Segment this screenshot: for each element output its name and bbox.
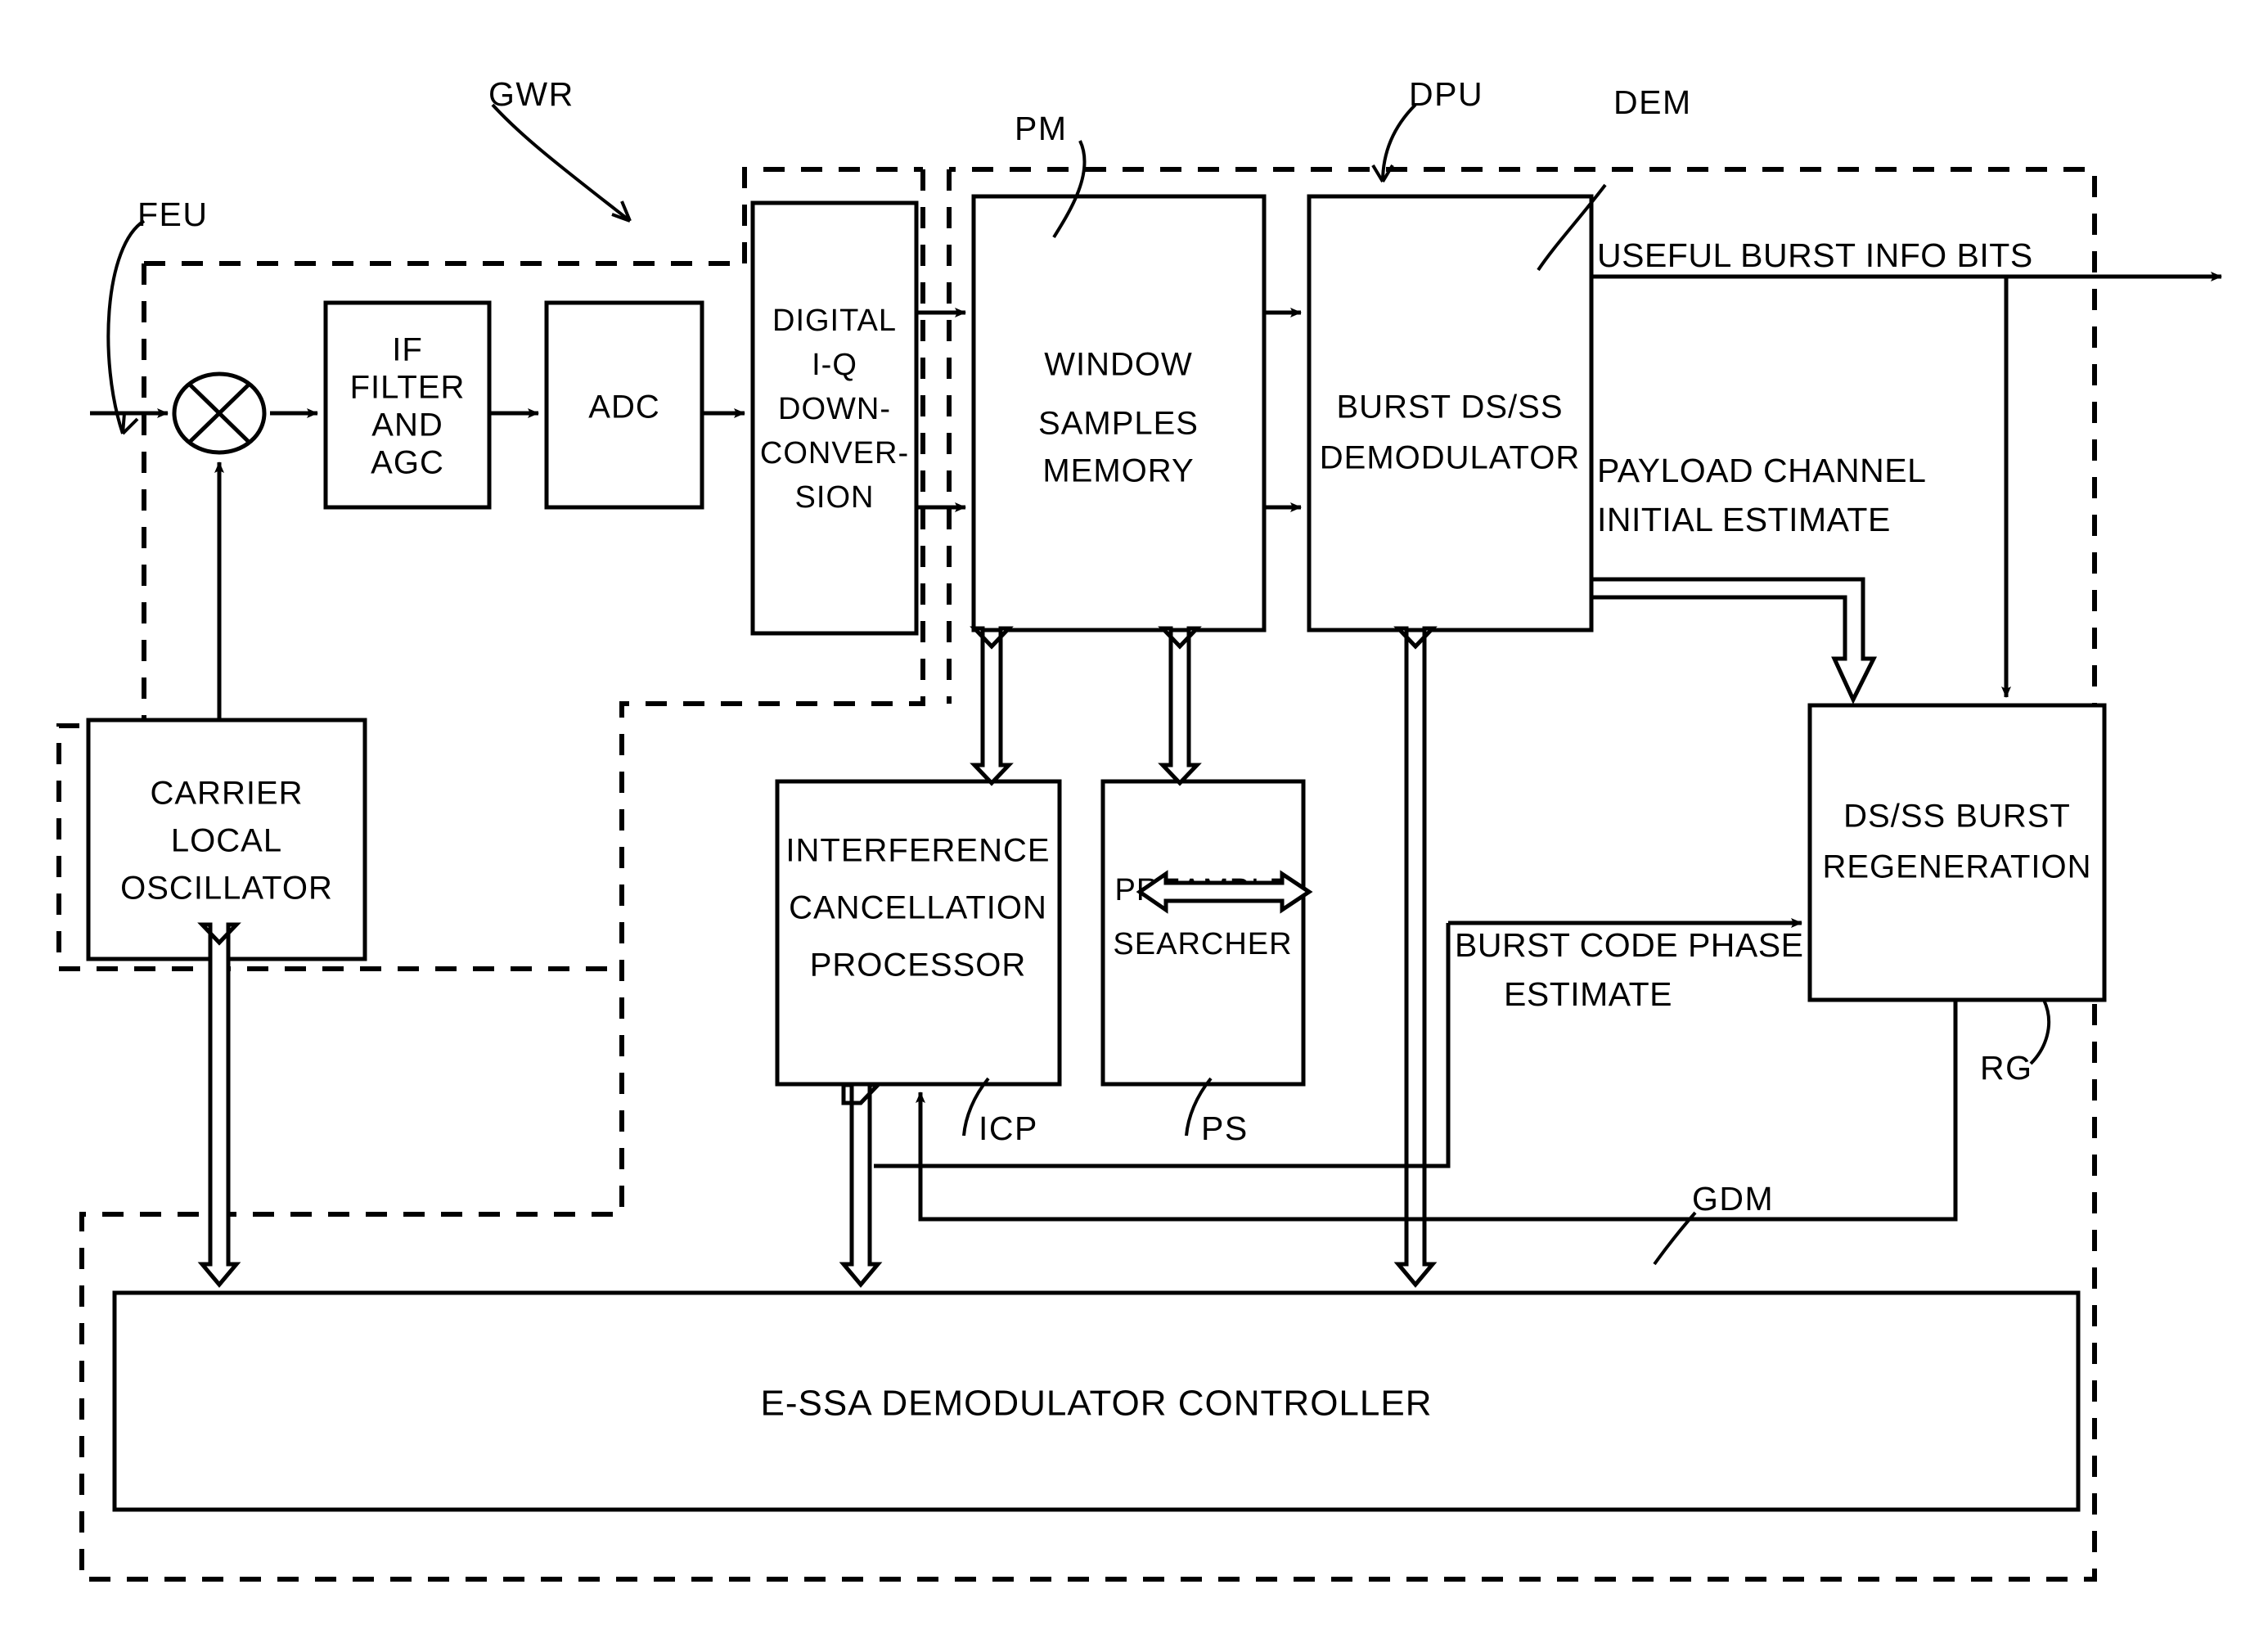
clo-controller-bus [197,922,241,1288]
icp-label-2: CANCELLATION [789,890,1047,926]
icp-ref-label: ICP [979,1110,1038,1147]
digital-iq-label-4: CONVER- [760,436,909,470]
payload-estimate-bus [1589,577,1878,704]
if-filter-agc-label-2: FILTER [350,370,466,406]
clo-label-3: OSCILLATOR [120,871,333,907]
burst-demod-label-1: BURST DS/SS [1337,389,1564,425]
controller-label: E-SSA DEMODULATOR CONTROLLER [761,1384,1433,1424]
code-phase-label-2: ESTIMATE [1504,975,1672,1013]
icp-label-3: PROCESSOR [810,948,1027,984]
regen-label-1: DS/SS BURST [1843,799,2071,835]
rg-leader [2029,999,2051,1065]
useful-bits-label: USEFUL BURST INFO BITS [1597,236,2033,274]
interference-cancellation-block [775,779,1062,1087]
feu-leader [106,219,146,434]
if-filter-agc-label-4: AGC [371,445,444,481]
feu-label: FEU [137,196,209,233]
digital-iq-label-5: SION [795,480,875,515]
clo-label-1: CARRIER [150,776,303,812]
adc-label: ADC [588,389,659,425]
block-diagram-svg: IF FILTER AND AGC ADC DIGITAL I-Q DOWN- … [56,75,2222,1582]
window-memory-label-1: WINDOW [1044,347,1193,383]
ps-ref-label: PS [1201,1110,1249,1147]
window-memory-label-2: SAMPLES [1038,406,1199,442]
payload-estimate-label-1: PAYLOAD CHANNEL [1597,452,1926,489]
if-filter-agc-label-3: AND [371,407,443,443]
window-memory-icp-bus [970,626,1014,786]
dpu-label: DPU [1409,75,1483,113]
icp-label-1: INTERFERENCE [785,833,1050,869]
window-memory-label-3: MEMORY [1042,453,1194,489]
regen-feedback-wire [916,1000,1958,1222]
clo-label-2: LOCAL [171,823,282,859]
pm-label: PM [1015,110,1068,147]
burst-demod-label-2: DEMODULATOR [1320,440,1580,476]
diagram-canvas: IF FILTER AND AGC ADC DIGITAL I-Q DOWN- … [0,0,2268,1652]
dem-label: DEM [1613,83,1692,121]
window-memory-ps-bus [1158,626,1202,786]
icp-controller-bus [839,1083,883,1288]
ps-label-2: SEARCHER [1113,927,1292,961]
payload-estimate-label-2: INITIAL ESTIMATE [1597,501,1891,538]
demod-controller-bus [1393,626,1438,1288]
digital-iq-label-1: DIGITAL [772,304,897,338]
code-phase-label-1: BURST CODE PHASE [1455,926,1803,964]
gwr-label: GWR [488,75,574,113]
gdm-label: GDM [1692,1180,1774,1218]
digital-iq-label-3: DOWN- [778,392,891,426]
digital-iq-label-2: I-Q [812,348,857,382]
gwr-leader [491,103,632,223]
rg-label: RG [1980,1049,2033,1087]
regen-label-2: REGENERATION [1822,849,2091,885]
if-filter-agc-label-1: IF [392,332,423,368]
